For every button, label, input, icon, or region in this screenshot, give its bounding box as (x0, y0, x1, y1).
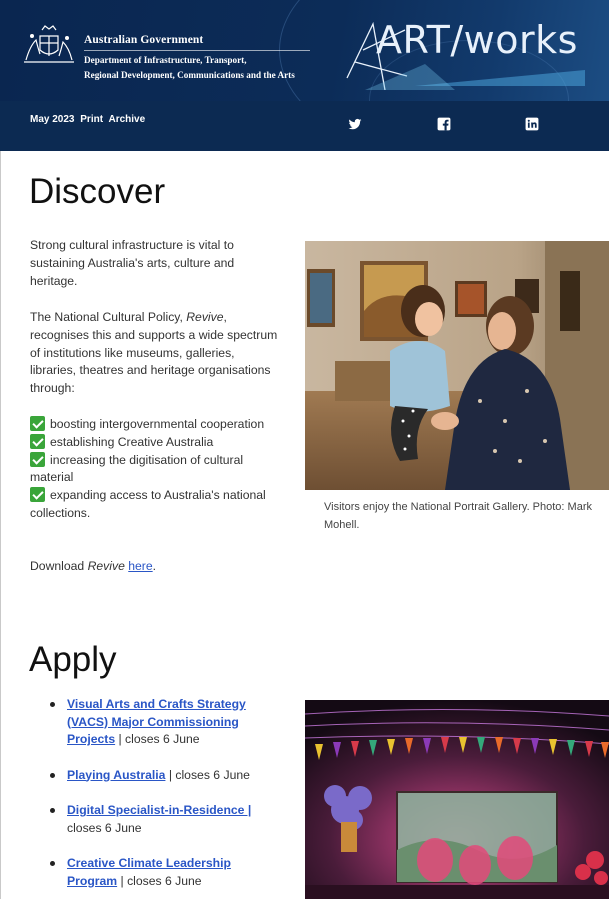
header-nav-bar: May 2023 Print Archive (0, 101, 609, 151)
list-item: Creative Climate Leadership Program | cl… (50, 855, 272, 890)
department-line-2: Regional Development, Communications and… (84, 70, 295, 80)
linkedin-icon[interactable] (525, 117, 539, 131)
stage-photo (305, 700, 609, 899)
government-branding: Australian Government Department of Infr… (84, 34, 310, 81)
nav-issue-date[interactable]: May 2023 (30, 114, 74, 125)
checkmark-icon (30, 451, 45, 467)
closing-date: | closes 6 June (117, 873, 202, 888)
apply-list: Visual Arts and Crafts Strategy (VACS) M… (50, 696, 272, 899)
checkmark-icon (30, 487, 45, 503)
checklist-item-text: increasing the digitisation of cultural … (30, 452, 244, 485)
checklist-item: establishing Creative Australia (30, 433, 278, 452)
gallery-photo-caption: Visitors enjoy the National Portrait Gal… (324, 501, 592, 531)
apply-heading: Apply (29, 640, 117, 679)
header-banner: Australian Government Department of Infr… (0, 0, 609, 151)
playing-australia-link[interactable]: Playing Australia (67, 768, 165, 782)
list-item: Playing Australia | closes 6 June (50, 767, 272, 785)
government-name: Australian Government (84, 34, 310, 51)
policy-checklist: boosting intergovernmental cooperation e… (30, 416, 278, 523)
nav-archive[interactable]: Archive (108, 114, 145, 125)
checkmark-icon (30, 416, 45, 431)
list-item: Visual Arts and Crafts Strategy (VACS) M… (50, 696, 272, 749)
checklist-item: expanding access to Australia's national… (30, 487, 278, 523)
checklist-item-text: expanding access to Australia's national… (30, 488, 266, 520)
email-header: Australian Government Department of Infr… (0, 0, 609, 151)
artworks-logo-text: ART/works (376, 18, 578, 62)
closing-date: | closes 6 June (165, 767, 250, 782)
discover-policy-paragraph: The National Cultural Policy, Revive, re… (30, 309, 278, 398)
download-policy-name: Revive (87, 559, 125, 573)
list-item: Digital Specialist-in-Residence | closes… (50, 802, 272, 837)
policy-name: Revive (186, 310, 224, 324)
checkmark-icon (30, 433, 45, 449)
department-line-1: Department of Infrastructure, Transport, (84, 55, 247, 65)
policy-text-before: The National Cultural Policy, (30, 310, 187, 324)
coat-of-arms-icon (24, 25, 74, 63)
checklist-item: boosting intergovernmental cooperation (30, 416, 278, 434)
gallery-photo-illustration (305, 241, 609, 490)
digital-specialist-link[interactable]: Digital Specialist-in-Residence | (67, 803, 251, 817)
checklist-item-text: boosting intergovernmental cooperation (50, 417, 265, 431)
gallery-photo (305, 241, 609, 490)
download-period: . (152, 559, 157, 573)
checklist-item-text: establishing Creative Australia (50, 434, 214, 449)
download-line: Download Revive here. (30, 559, 156, 573)
download-link[interactable]: here (128, 559, 152, 573)
discover-intro: Strong cultural infrastructure is vital … (30, 238, 235, 288)
closing-date: closes 6 June (67, 820, 142, 835)
content-border (0, 151, 1, 899)
header-nav: May 2023 Print Archive (30, 114, 148, 125)
facebook-icon[interactable] (437, 117, 451, 131)
checklist-item: increasing the digitisation of cultural … (30, 451, 278, 488)
twitter-icon[interactable] (348, 117, 362, 131)
closing-date: | closes 6 June (115, 732, 200, 746)
nav-print[interactable]: Print (80, 114, 103, 125)
stage-photo-illustration (305, 700, 609, 899)
discover-heading: Discover (29, 172, 166, 211)
download-text: Download (30, 559, 88, 573)
